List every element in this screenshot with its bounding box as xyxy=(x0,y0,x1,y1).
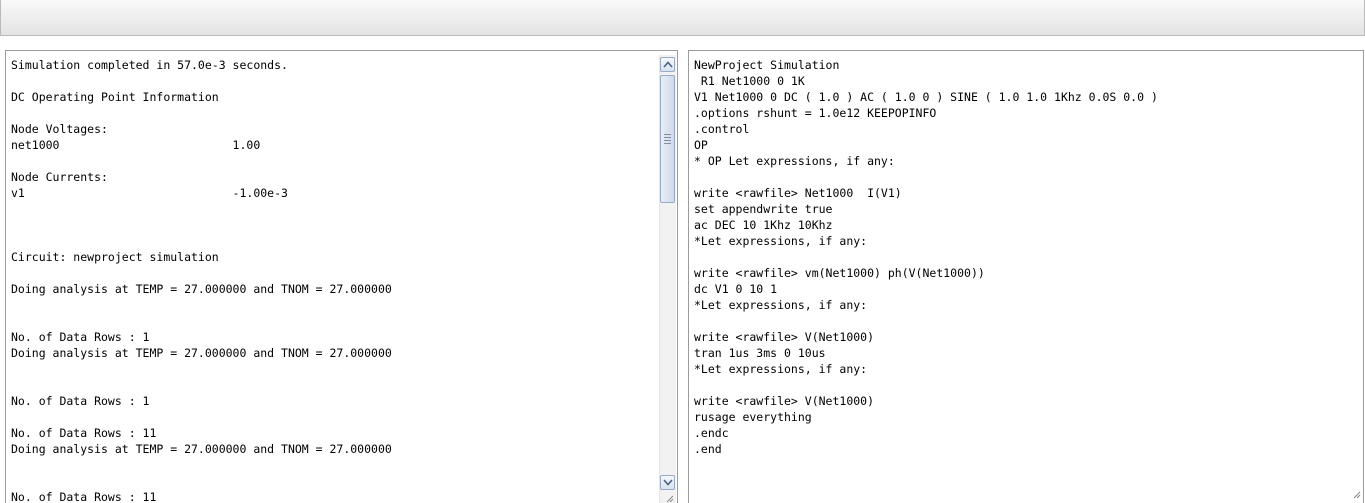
netlist-line xyxy=(694,377,1357,393)
netlist-line: write <rawfile> vm(Net1000) ph(V(Net1000… xyxy=(694,266,985,280)
output-line: Doing analysis at TEMP = 27.000000 and T… xyxy=(11,442,392,456)
output-line: Circuit: newproject simulation xyxy=(11,250,219,264)
netlist-panel[interactable]: NewProject Simulation R1 Net1000 0 1K V1 … xyxy=(688,50,1364,503)
output-line: Doing analysis at TEMP = 27.000000 and T… xyxy=(11,282,392,296)
simulation-output-text[interactable]: Simulation completed in 57.0e-3 seconds.… xyxy=(11,57,655,503)
netlist-line xyxy=(694,313,1357,329)
scroll-down-button[interactable] xyxy=(660,475,675,490)
arrow-down-icon xyxy=(663,479,673,486)
scroll-up-button[interactable] xyxy=(660,57,675,72)
output-line: No. of Data Rows : 11 xyxy=(11,426,157,440)
output-line: Doing analysis at TEMP = 27.000000 and T… xyxy=(11,346,392,360)
netlist-line: .options rshunt = 1.0e12 KEEPOPINFO xyxy=(694,106,937,120)
output-line: No. of Data Rows : 1 xyxy=(11,394,150,408)
netlist-line: .control xyxy=(694,122,750,136)
output-line: net1000 1.00 xyxy=(11,138,261,152)
netlist-line: * OP Let expressions, if any: xyxy=(694,154,895,168)
netlist-line: .end xyxy=(694,442,722,456)
output-line: No. of Data Rows : 11 xyxy=(11,490,157,503)
resize-grip-icon[interactable] xyxy=(1351,489,1361,499)
simulation-output-panel[interactable]: Simulation completed in 57.0e-3 seconds.… xyxy=(5,50,678,503)
netlist-line: write <rawfile> Net1000 I(V1) xyxy=(694,186,902,200)
netlist-line: *Let expressions, if any: xyxy=(694,362,868,376)
output-line: DC Operating Point Information xyxy=(11,90,219,104)
netlist-line xyxy=(694,249,1357,265)
netlist-line: .endc xyxy=(694,426,729,440)
netlist-line: write <rawfile> V(Net1000) xyxy=(694,330,875,344)
top-toolbar xyxy=(0,0,1365,36)
output-line: Node Voltages: xyxy=(11,122,108,136)
netlist-line: dc V1 0 10 1 xyxy=(694,282,778,296)
output-vertical-scrollbar[interactable] xyxy=(659,55,676,503)
netlist-line: R1 Net1000 0 1K xyxy=(694,74,805,88)
netlist-line: NewProject Simulation xyxy=(694,58,840,72)
netlist-line: V1 Net1000 0 DC ( 1.0 ) AC ( 1.0 0 ) SIN… xyxy=(694,90,1158,104)
output-line: v1 -1.00e-3 xyxy=(11,186,288,200)
netlist-line: tran 1us 3ms 0 10us xyxy=(694,346,826,360)
netlist-line: rusage everything xyxy=(694,410,812,424)
output-line: Node Currents: xyxy=(11,170,108,184)
scrollbar-thumb[interactable] xyxy=(660,75,675,203)
netlist-line: ac DEC 10 1Khz 10Khz xyxy=(694,218,833,232)
output-line: No. of Data Rows : 1 xyxy=(11,330,150,344)
output-line: Simulation completed in 57.0e-3 seconds. xyxy=(11,58,288,72)
arrow-up-icon xyxy=(663,61,673,68)
resize-grip-icon[interactable] xyxy=(664,493,674,503)
netlist-line: *Let expressions, if any: xyxy=(694,298,868,312)
netlist-line: set appendwrite true xyxy=(694,202,833,216)
netlist-line: write <rawfile> V(Net1000) xyxy=(694,394,875,408)
netlist-line: *Let expressions, if any: xyxy=(694,234,868,248)
netlist-line: OP xyxy=(694,138,708,152)
netlist-line xyxy=(694,169,1357,185)
netlist-text[interactable]: NewProject Simulation R1 Net1000 0 1K V1 … xyxy=(694,57,1357,457)
scrollbar-grip xyxy=(664,134,671,146)
